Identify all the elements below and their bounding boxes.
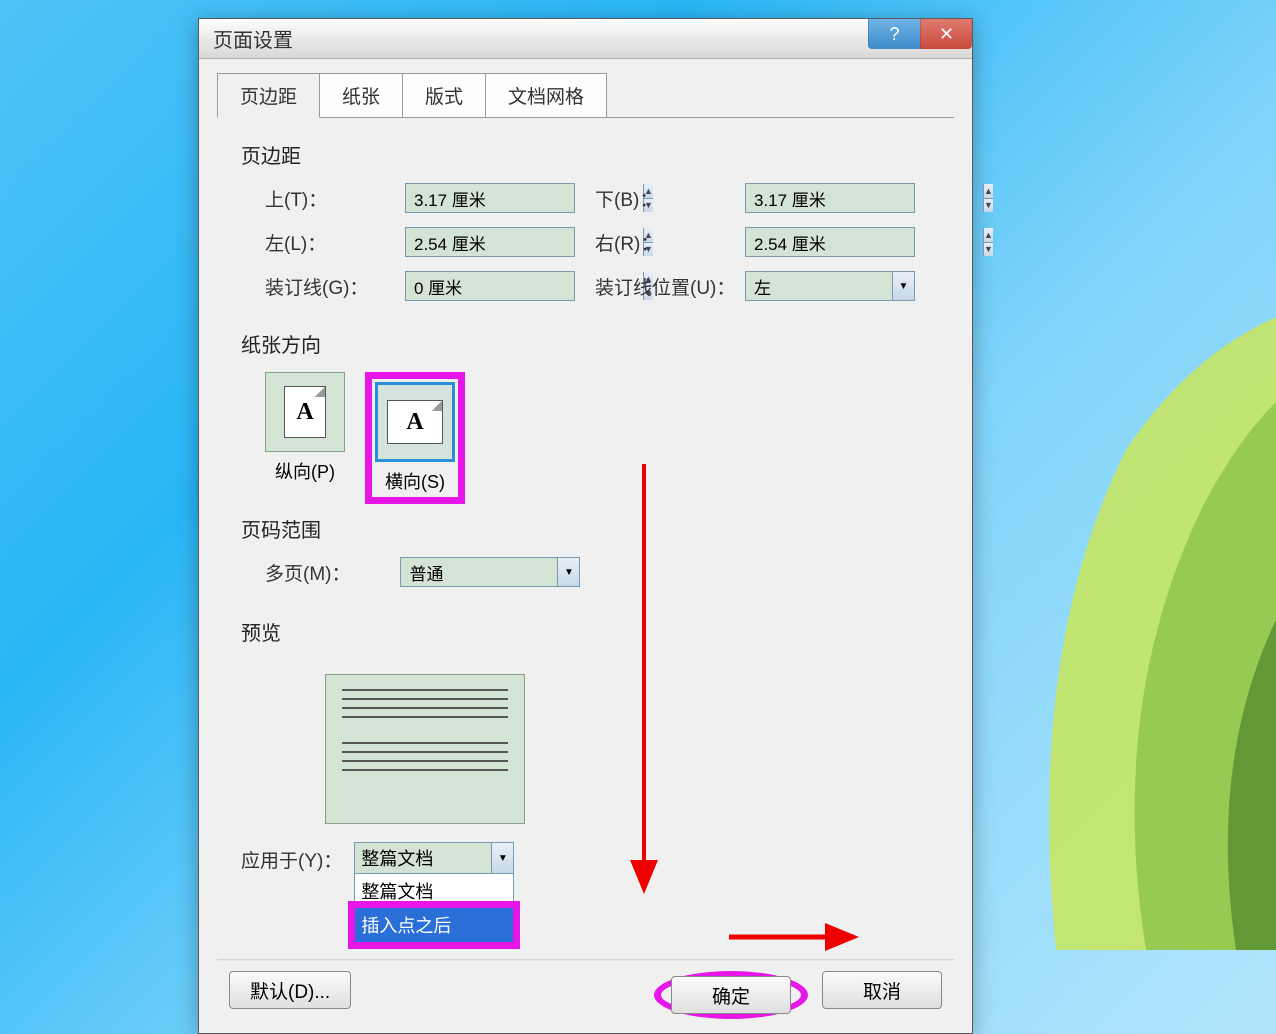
margins-section-label: 页边距 [241,140,954,169]
gutter-label: 装订线(G)： [265,273,405,300]
spin-down-icon[interactable]: ▼ [984,243,993,257]
close-button[interactable]: ✕ [920,19,972,49]
ok-button[interactable]: 确定 [671,976,791,1014]
left-margin-label: 左(L)： [265,229,405,256]
chevron-down-icon: ▼ [491,843,513,873]
spin-up-icon[interactable]: ▲ [984,184,993,199]
tab-layout[interactable]: 版式 [402,73,486,117]
tab-grid[interactable]: 文档网格 [485,73,607,117]
chevron-down-icon: ▼ [557,558,579,586]
tab-bar: 页边距 纸张 版式 文档网格 [217,73,954,118]
gutter-pos-dropdown[interactable]: 左 ▼ [745,271,915,301]
right-margin-input[interactable] [746,228,983,256]
left-margin-spinner[interactable]: ▲▼ [405,227,575,257]
landscape-page-icon: A [387,400,443,444]
apply-to-label: 应用于(Y)： [241,842,342,873]
help-button[interactable]: ? [868,19,920,49]
multi-pages-label: 多页(M)： [265,559,350,586]
annotation-highlight-landscape: A 横向(S) [365,372,465,504]
tab-paper[interactable]: 纸张 [319,73,403,117]
apply-to-dropdown[interactable]: 整篇文档 ▼ 整篇文档 插入点之后 [354,842,514,943]
apply-to-selected: 整篇文档 [355,845,491,871]
bottom-margin-input[interactable] [746,184,983,212]
bottom-margin-spinner[interactable]: ▲▼ [745,183,915,213]
bottom-margin-label: 下(B)： [595,185,745,212]
landscape-label: 横向(S) [385,468,445,494]
gutter-pos-value: 左 [746,274,892,299]
cancel-button[interactable]: 取消 [822,971,942,1009]
default-button[interactable]: 默认(D)... [229,971,351,1009]
orientation-landscape-option[interactable]: A 横向(S) [375,382,455,494]
orientation-portrait-option[interactable]: A 纵向(P) [265,372,345,484]
orientation-section-label: 纸张方向 [241,329,954,358]
annotation-highlight-ok: 确定 [654,971,808,1019]
dialog-titlebar: 页面设置 ? ✕ [199,19,972,59]
preview-section-label: 预览 [241,617,954,646]
spin-up-icon[interactable]: ▲ [984,228,993,243]
pages-section-label: 页码范围 [241,514,954,543]
apply-to-list: 整篇文档 插入点之后 [355,873,513,942]
portrait-label: 纵向(P) [275,458,335,484]
divider [217,959,954,961]
page-setup-dialog: 页面设置 ? ✕ 页边距 纸张 版式 文档网格 页边距 上(T)： ▲▼ 下(B… [198,18,973,1034]
multi-pages-value: 普通 [401,560,557,585]
multi-pages-dropdown[interactable]: 普通 ▼ [400,557,580,587]
portrait-page-icon: A [284,386,326,438]
top-margin-spinner[interactable]: ▲▼ [405,183,575,213]
spin-down-icon[interactable]: ▼ [984,199,993,213]
top-margin-label: 上(T)： [265,185,405,212]
tab-margins[interactable]: 页边距 [217,73,320,118]
dialog-title: 页面设置 [213,24,293,53]
desktop-background-leaf [1006,250,1276,950]
right-margin-spinner[interactable]: ▲▼ [745,227,915,257]
preview-page-thumbnail [325,674,525,824]
chevron-down-icon: ▼ [892,272,914,300]
right-margin-label: 右(R)： [595,229,745,256]
apply-to-option-after[interactable]: 插入点之后 [355,908,513,942]
gutter-spinner[interactable]: ▲▼ [405,271,575,301]
annotation-highlight-option: 插入点之后 [348,901,520,949]
gutter-pos-label: 装订线位置(U)： [595,273,745,300]
